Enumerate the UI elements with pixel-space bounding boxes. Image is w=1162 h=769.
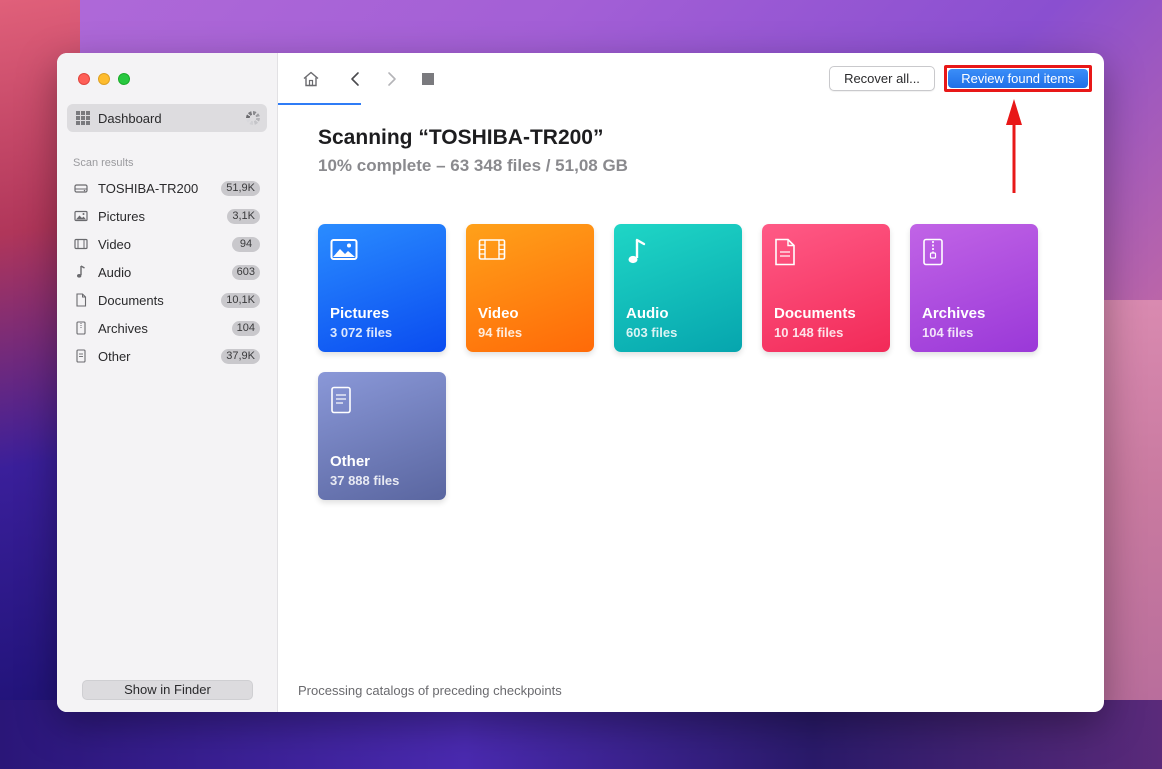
review-found-items-button[interactable]: Review found items <box>948 69 1088 88</box>
tile-count: 603 files <box>626 325 678 340</box>
toolbar: Recover all... Review found items <box>278 53 1104 193</box>
zoom-window-button[interactable] <box>118 73 130 85</box>
scan-progress-text: 10% complete – 63 348 files / 51,08 GB <box>318 156 628 175</box>
back-arrow-icon[interactable] <box>345 69 365 89</box>
tile-name: Other <box>330 453 371 470</box>
sidebar-item-label: Archives <box>98 320 148 336</box>
sidebar-item-toshiba[interactable]: TOSHIBA-TR200 51,9K <box>73 174 263 202</box>
scan-results-header: Scan results <box>73 157 134 169</box>
tile-name: Audio <box>626 305 669 322</box>
count-badge: 603 <box>231 265 260 280</box>
picture-icon <box>330 238 358 266</box>
tile-video[interactable]: Video 94 files <box>466 224 594 352</box>
sidebar-item-dashboard[interactable]: Dashboard <box>67 104 267 132</box>
film-icon <box>73 236 89 252</box>
sidebar-item-label: Pictures <box>98 208 145 224</box>
sidebar-item-label: Other <box>98 348 131 364</box>
document-icon <box>774 238 802 266</box>
forward-arrow-icon[interactable] <box>382 69 402 89</box>
sidebar-item-other[interactable]: Other 37,9K <box>73 342 263 370</box>
tile-name: Pictures <box>330 305 390 322</box>
home-icon[interactable] <box>301 69 321 89</box>
tile-count: 104 files <box>922 325 974 340</box>
music-note-icon <box>73 264 89 280</box>
picture-icon <box>73 208 89 224</box>
document-icon <box>73 292 89 308</box>
tile-archives[interactable]: Archives 104 files <box>910 224 1038 352</box>
recover-all-button[interactable]: Recover all... <box>829 66 935 91</box>
sidebar-item-label: Documents <box>98 292 164 308</box>
red-arrow-annotation <box>1006 99 1022 193</box>
tile-count: 3 072 files <box>330 325 393 340</box>
sidebar-item-documents[interactable]: Documents 10,1K <box>73 286 263 314</box>
count-badge: 51,9K <box>221 181 260 196</box>
count-badge: 10,1K <box>221 293 260 308</box>
status-text: Processing catalogs of preceding checkpo… <box>298 683 562 698</box>
count-badge: 3,1K <box>227 209 260 224</box>
other-file-icon <box>330 386 358 414</box>
sidebar-item-label: Video <box>98 236 132 252</box>
sidebar-item-audio[interactable]: Audio 603 <box>73 258 263 286</box>
tile-pictures[interactable]: Pictures 3 072 files <box>318 224 446 352</box>
window-controls <box>78 73 130 85</box>
tile-audio[interactable]: Audio 603 files <box>614 224 742 352</box>
tile-name: Documents <box>774 305 856 322</box>
archive-icon <box>922 238 950 266</box>
drive-icon <box>73 180 89 196</box>
music-note-icon <box>626 238 654 266</box>
other-file-icon <box>73 348 89 364</box>
film-icon <box>478 238 506 266</box>
category-tiles: Pictures 3 072 files Video 94 files Audi… <box>318 224 1058 524</box>
tile-other[interactable]: Other 37 888 files <box>318 372 446 500</box>
tile-name: Archives <box>922 305 986 322</box>
page-title: Scanning “TOSHIBA-TR200” <box>318 126 604 149</box>
sidebar-item-label: Dashboard <box>98 110 162 126</box>
count-badge: 104 <box>231 321 260 336</box>
scan-results-list: TOSHIBA-TR200 51,9K Pictures 3,1K Video … <box>73 174 263 370</box>
sidebar-item-video[interactable]: Video 94 <box>73 230 263 258</box>
tile-count: 37 888 files <box>330 473 400 488</box>
loading-spinner-icon <box>246 111 260 125</box>
stop-icon[interactable] <box>418 69 438 89</box>
main-content: Recover all... Review found items Scanni… <box>278 53 1104 712</box>
wallpaper-right <box>1102 300 1162 769</box>
count-badge: 94 <box>232 237 260 252</box>
tile-count: 10 148 files <box>774 325 844 340</box>
tile-name: Video <box>478 305 519 322</box>
sidebar: Dashboard Scan results TOSHIBA-TR200 51,… <box>57 53 278 712</box>
active-tab-indicator <box>278 103 361 105</box>
sidebar-item-archives[interactable]: Archives 104 <box>73 314 263 342</box>
sidebar-item-label: Audio <box>98 264 132 280</box>
show-in-finder-button[interactable]: Show in Finder <box>82 680 253 700</box>
tile-documents[interactable]: Documents 10 148 files <box>762 224 890 352</box>
close-window-button[interactable] <box>78 73 90 85</box>
sidebar-item-pictures[interactable]: Pictures 3,1K <box>73 202 263 230</box>
sidebar-item-label: TOSHIBA-TR200 <box>98 180 199 196</box>
grid-icon <box>76 111 90 125</box>
archive-icon <box>73 320 89 336</box>
tile-count: 94 files <box>478 325 523 340</box>
app-window: Dashboard Scan results TOSHIBA-TR200 51,… <box>57 53 1104 712</box>
minimize-window-button[interactable] <box>98 73 110 85</box>
count-badge: 37,9K <box>221 349 260 364</box>
